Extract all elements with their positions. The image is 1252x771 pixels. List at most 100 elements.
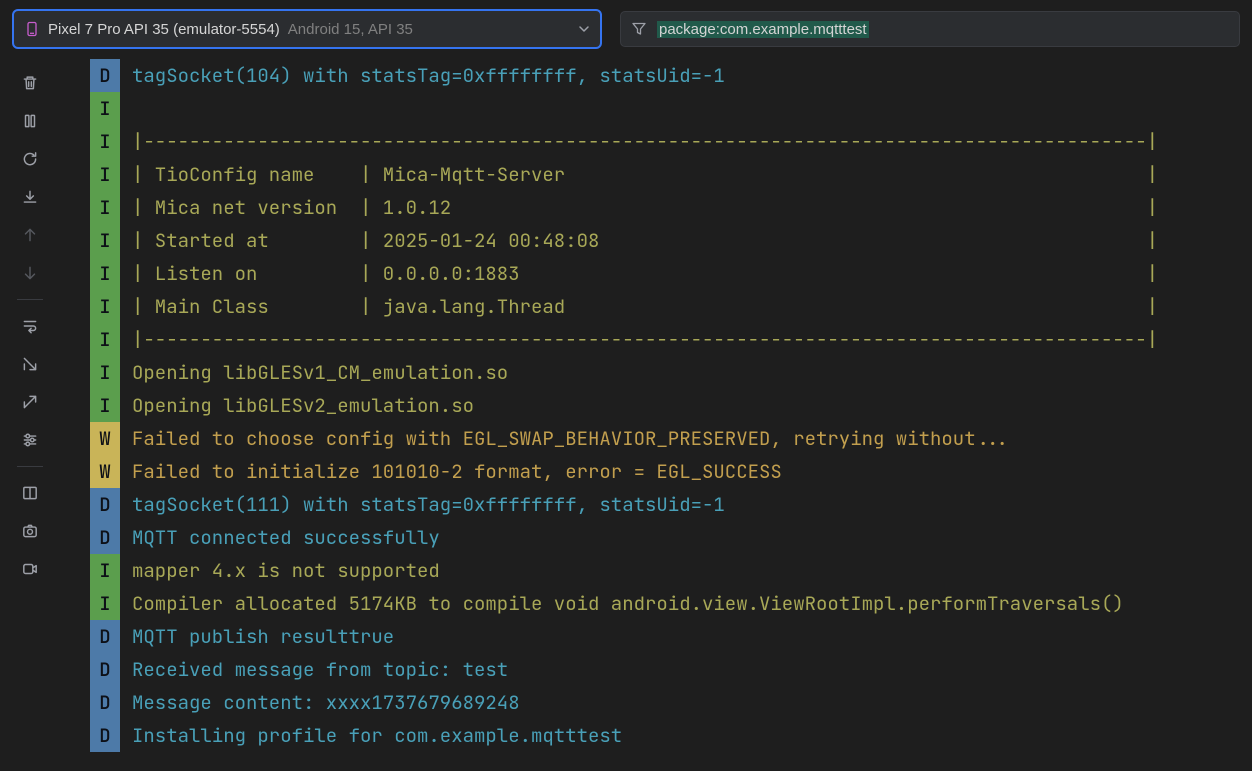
log-level-badge: D [90,686,120,719]
import-button[interactable] [14,350,46,378]
log-message: | Mica net version | 1.0.12 | [120,191,1158,224]
restart-icon [21,150,39,168]
log-message: Opening libGLESv2_emulation.so [120,389,474,422]
log-level-badge: I [90,554,120,587]
log-level-badge: D [90,488,120,521]
log-row[interactable]: I| Mica net version | 1.0.12 | [90,191,1252,224]
trash-button[interactable] [14,69,46,97]
split-icon [21,484,39,502]
sidebar-divider [17,299,43,300]
device-phone-icon [24,21,40,37]
device-selector[interactable]: Pixel 7 Pro API 35 (emulator-5554) Andro… [12,9,602,49]
log-row[interactable]: IOpening libGLESv1_CM_emulation.so [90,356,1252,389]
log-level-badge: D [90,620,120,653]
log-message: | TioConfig name | Mica-Mqtt-Server | [120,158,1158,191]
soft-wrap-icon [21,317,39,335]
log-message: tagSocket(111) with statsTag=0xffffffff,… [120,488,725,521]
log-message: | Listen on | 0.0.0.0:1883 | [120,257,1158,290]
log-row[interactable]: I| Listen on | 0.0.0.0:1883 | [90,257,1252,290]
log-level-badge: I [90,587,120,620]
log-level-badge: I [90,389,120,422]
log-row[interactable]: DMQTT publish resulttrue [90,620,1252,653]
scroll-end-icon [21,188,39,206]
settings-icon [21,431,39,449]
chevron-down-icon [570,23,590,35]
screen-record-icon [21,560,39,578]
log-view[interactable]: DtagSocket(104) with statsTag=0xffffffff… [60,59,1252,771]
log-row[interactable]: WFailed to choose config with EGL_SWAP_B… [90,422,1252,455]
log-row[interactable]: I|--------------------------------------… [90,125,1252,158]
sidebar-divider [17,466,43,467]
import-icon [21,355,39,373]
log-message: mapper 4.x is not supported [120,554,440,587]
log-level-badge: D [90,59,120,92]
log-level-badge: D [90,719,120,752]
soft-wrap-button[interactable] [14,312,46,340]
split-button[interactable] [14,479,46,507]
log-message: | Main Class | java.lang.Thread | [120,290,1158,323]
log-row[interactable]: Imapper 4.x is not supported [90,554,1252,587]
log-row[interactable]: DMessage content: xxxx1737679689248 [90,686,1252,719]
log-row[interactable]: WFailed to initialize 101010-2 format, e… [90,455,1252,488]
up-arrow-icon [21,226,39,244]
screen-record-button[interactable] [14,555,46,583]
log-message: Received message from topic: test [120,653,508,686]
screenshot-button[interactable] [14,517,46,545]
log-row[interactable]: DReceived message from topic: test [90,653,1252,686]
log-level-badge: W [90,422,120,455]
filter-input[interactable]: package:com.example.mqtttest [620,11,1240,47]
export-icon [21,393,39,411]
log-level-badge: I [90,323,120,356]
log-message: Failed to initialize 101010-2 format, er… [120,455,782,488]
scroll-end-button[interactable] [14,183,46,211]
log-message: | Started at | 2025-01-24 00:48:08 | [120,224,1158,257]
down-arrow-button[interactable] [14,259,46,287]
down-arrow-icon [21,264,39,282]
log-message: Compiler allocated 5174KB to compile voi… [120,587,1124,620]
log-level-badge: I [90,356,120,389]
log-row[interactable]: ICompiler allocated 5174KB to compile vo… [90,587,1252,620]
device-primary-text: Pixel 7 Pro API 35 (emulator-5554) [48,21,280,38]
log-level-badge: I [90,158,120,191]
log-row[interactable]: DtagSocket(111) with statsTag=0xffffffff… [90,488,1252,521]
log-message: Message content: xxxx1737679689248 [120,686,520,719]
log-message: Opening libGLESv1_CM_emulation.so [120,356,508,389]
log-level-badge: I [90,257,120,290]
log-message [120,92,132,125]
log-row[interactable]: I|--------------------------------------… [90,323,1252,356]
trash-icon [21,74,39,92]
log-row[interactable]: I| Started at | 2025-01-24 00:48:08 | [90,224,1252,257]
settings-button[interactable] [14,426,46,454]
log-message: tagSocket(104) with statsTag=0xffffffff,… [120,59,725,92]
log-level-badge: W [90,455,120,488]
filter-text: package:com.example.mqtttest [657,21,869,38]
screenshot-icon [21,522,39,540]
up-arrow-button[interactable] [14,221,46,249]
log-message: Failed to choose config with EGL_SWAP_BE… [120,422,1010,455]
log-level-badge: I [90,290,120,323]
sidebar [0,59,60,771]
device-secondary-text: Android 15, API 35 [288,21,413,38]
log-row[interactable]: I| Main Class | java.lang.Thread | [90,290,1252,323]
log-message: Installing profile for com.example.mqttt… [120,719,622,752]
log-level-badge: D [90,653,120,686]
filter-funnel-icon [631,21,647,37]
log-row[interactable]: IOpening libGLESv2_emulation.so [90,389,1252,422]
log-message: |---------------------------------------… [120,125,1158,158]
restart-button[interactable] [14,145,46,173]
log-row[interactable]: DInstalling profile for com.example.mqtt… [90,719,1252,752]
pause-button[interactable] [14,107,46,135]
log-row[interactable]: I [90,92,1252,125]
log-row[interactable]: DtagSocket(104) with statsTag=0xffffffff… [90,59,1252,92]
log-message: MQTT publish resulttrue [120,620,394,653]
toolbar: Pixel 7 Pro API 35 (emulator-5554) Andro… [0,0,1252,55]
main-area: DtagSocket(104) with statsTag=0xffffffff… [0,55,1252,771]
log-level-badge: I [90,92,120,125]
log-level-badge: D [90,521,120,554]
log-row[interactable]: DMQTT connected successfully [90,521,1252,554]
log-level-badge: I [90,224,120,257]
log-row[interactable]: I| TioConfig name | Mica-Mqtt-Server | [90,158,1252,191]
log-level-badge: I [90,125,120,158]
export-button[interactable] [14,388,46,416]
log-level-badge: I [90,191,120,224]
